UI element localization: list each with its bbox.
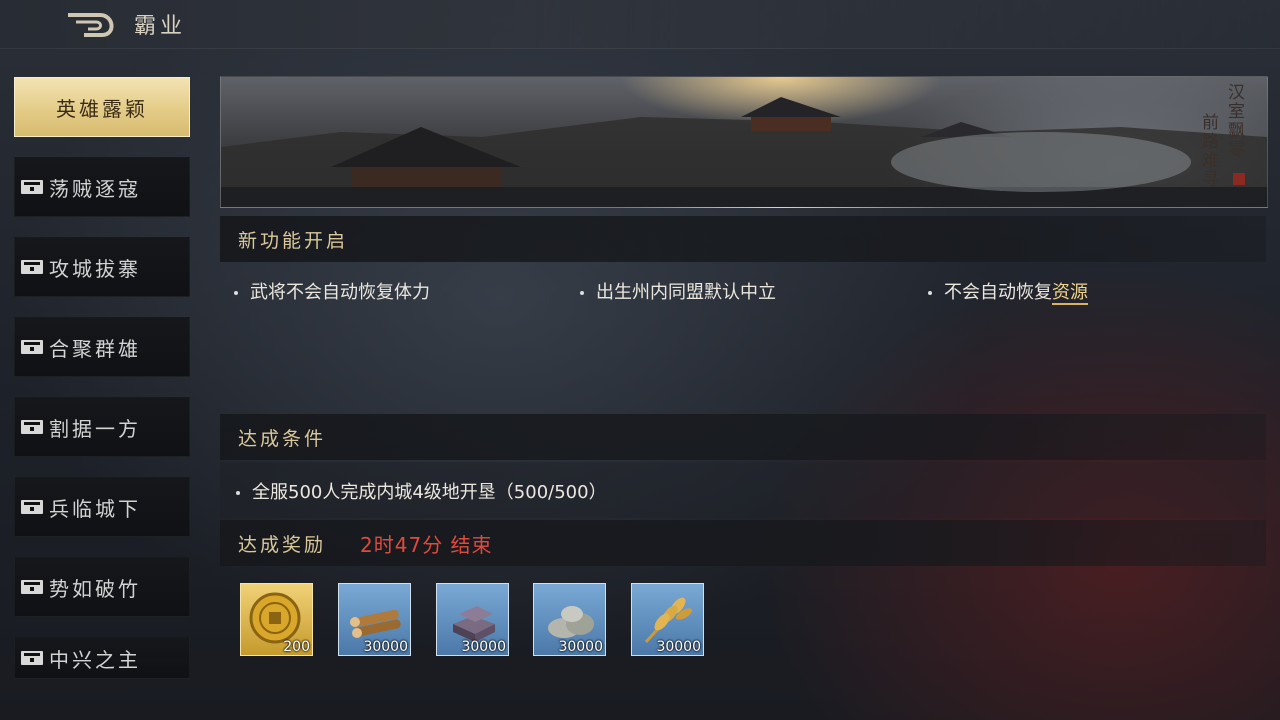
conditions-header: 达成条件: [220, 414, 1266, 460]
nav-item-2[interactable]: 荡贼逐寇: [14, 157, 190, 217]
nav-item-label: 兵临城下: [49, 496, 141, 521]
conditions-title: 达成条件: [238, 427, 327, 450]
nav-item-4[interactable]: 合聚群雄: [14, 317, 190, 377]
feature-item: 出生州内同盟默认中立: [580, 278, 776, 304]
feature-item: 不会自动恢复资源: [928, 278, 1088, 305]
nav-item-label: 攻城拔寨: [49, 256, 141, 281]
nav-item-3[interactable]: 攻城拔寨: [14, 237, 190, 297]
feature-item: 武将不会自动恢复体力: [234, 278, 430, 304]
reward-gold[interactable]: 200: [240, 583, 313, 656]
lock-icon: [21, 651, 43, 665]
reward-qty: 30000: [461, 639, 506, 655]
bullet-dot-icon: [928, 291, 932, 295]
nav-item-label: 英雄露颖: [56, 96, 148, 121]
reward-wood[interactable]: 30000: [338, 583, 411, 656]
seal-stamp: [1233, 173, 1245, 185]
nav-item-7[interactable]: 势如破竹: [14, 557, 190, 617]
nav-item-label: 中兴之主: [49, 647, 141, 672]
lock-icon: [21, 580, 43, 594]
page-title: 霸业: [134, 14, 187, 39]
reward-grain[interactable]: 30000: [631, 583, 704, 656]
lock-icon: [21, 420, 43, 434]
reward-qty: 30000: [558, 639, 603, 655]
nav-item-6[interactable]: 兵临城下: [14, 477, 190, 537]
lock-icon: [21, 500, 43, 514]
reward-stone[interactable]: 30000: [533, 583, 606, 656]
lock-icon: [21, 180, 43, 194]
lock-icon: [21, 260, 43, 274]
bullet-dot-icon: [580, 291, 584, 295]
nav-item-1[interactable]: 英雄露颖: [14, 77, 190, 137]
banner-text-1: 汉室飘零: [1224, 83, 1244, 159]
rewards-timer: 2时47分 结束: [360, 532, 493, 557]
resource-link[interactable]: 资源: [1052, 282, 1088, 305]
rewards-title: 达成奖励: [238, 533, 327, 556]
lock-icon: [21, 340, 43, 354]
bullet-dot-icon: [234, 291, 238, 295]
nav-item-label: 合聚群雄: [49, 336, 141, 361]
top-bar: 霸业: [0, 0, 1280, 49]
nav-item-label: 势如破竹: [49, 576, 141, 601]
palace-illustration: [221, 97, 1267, 207]
stage-banner: 汉室飘零 前路难寻: [220, 76, 1268, 208]
reward-qty: 30000: [656, 639, 701, 655]
nav-item-label: 割据一方: [49, 416, 141, 441]
banner-text-2: 前路难寻: [1198, 113, 1218, 189]
reward-qty: 30000: [363, 639, 408, 655]
reward-qty: 200: [283, 639, 310, 655]
nav-item-label: 荡贼逐寇: [49, 176, 141, 201]
nav-item-8[interactable]: 中兴之主: [14, 637, 190, 679]
rewards-header: 达成奖励 2时47分 结束: [220, 520, 1266, 566]
nav-item-5[interactable]: 割据一方: [14, 397, 190, 457]
condition-item: 全服500人完成内城4级地开垦（500/500）: [236, 478, 607, 504]
new-features-header: 新功能开启: [220, 216, 1266, 262]
bullet-dot-icon: [236, 491, 240, 495]
back-button[interactable]: [62, 8, 122, 40]
reward-iron[interactable]: 30000: [436, 583, 509, 656]
back-arrow-icon: [68, 13, 114, 37]
new-features-title: 新功能开启: [238, 229, 349, 252]
